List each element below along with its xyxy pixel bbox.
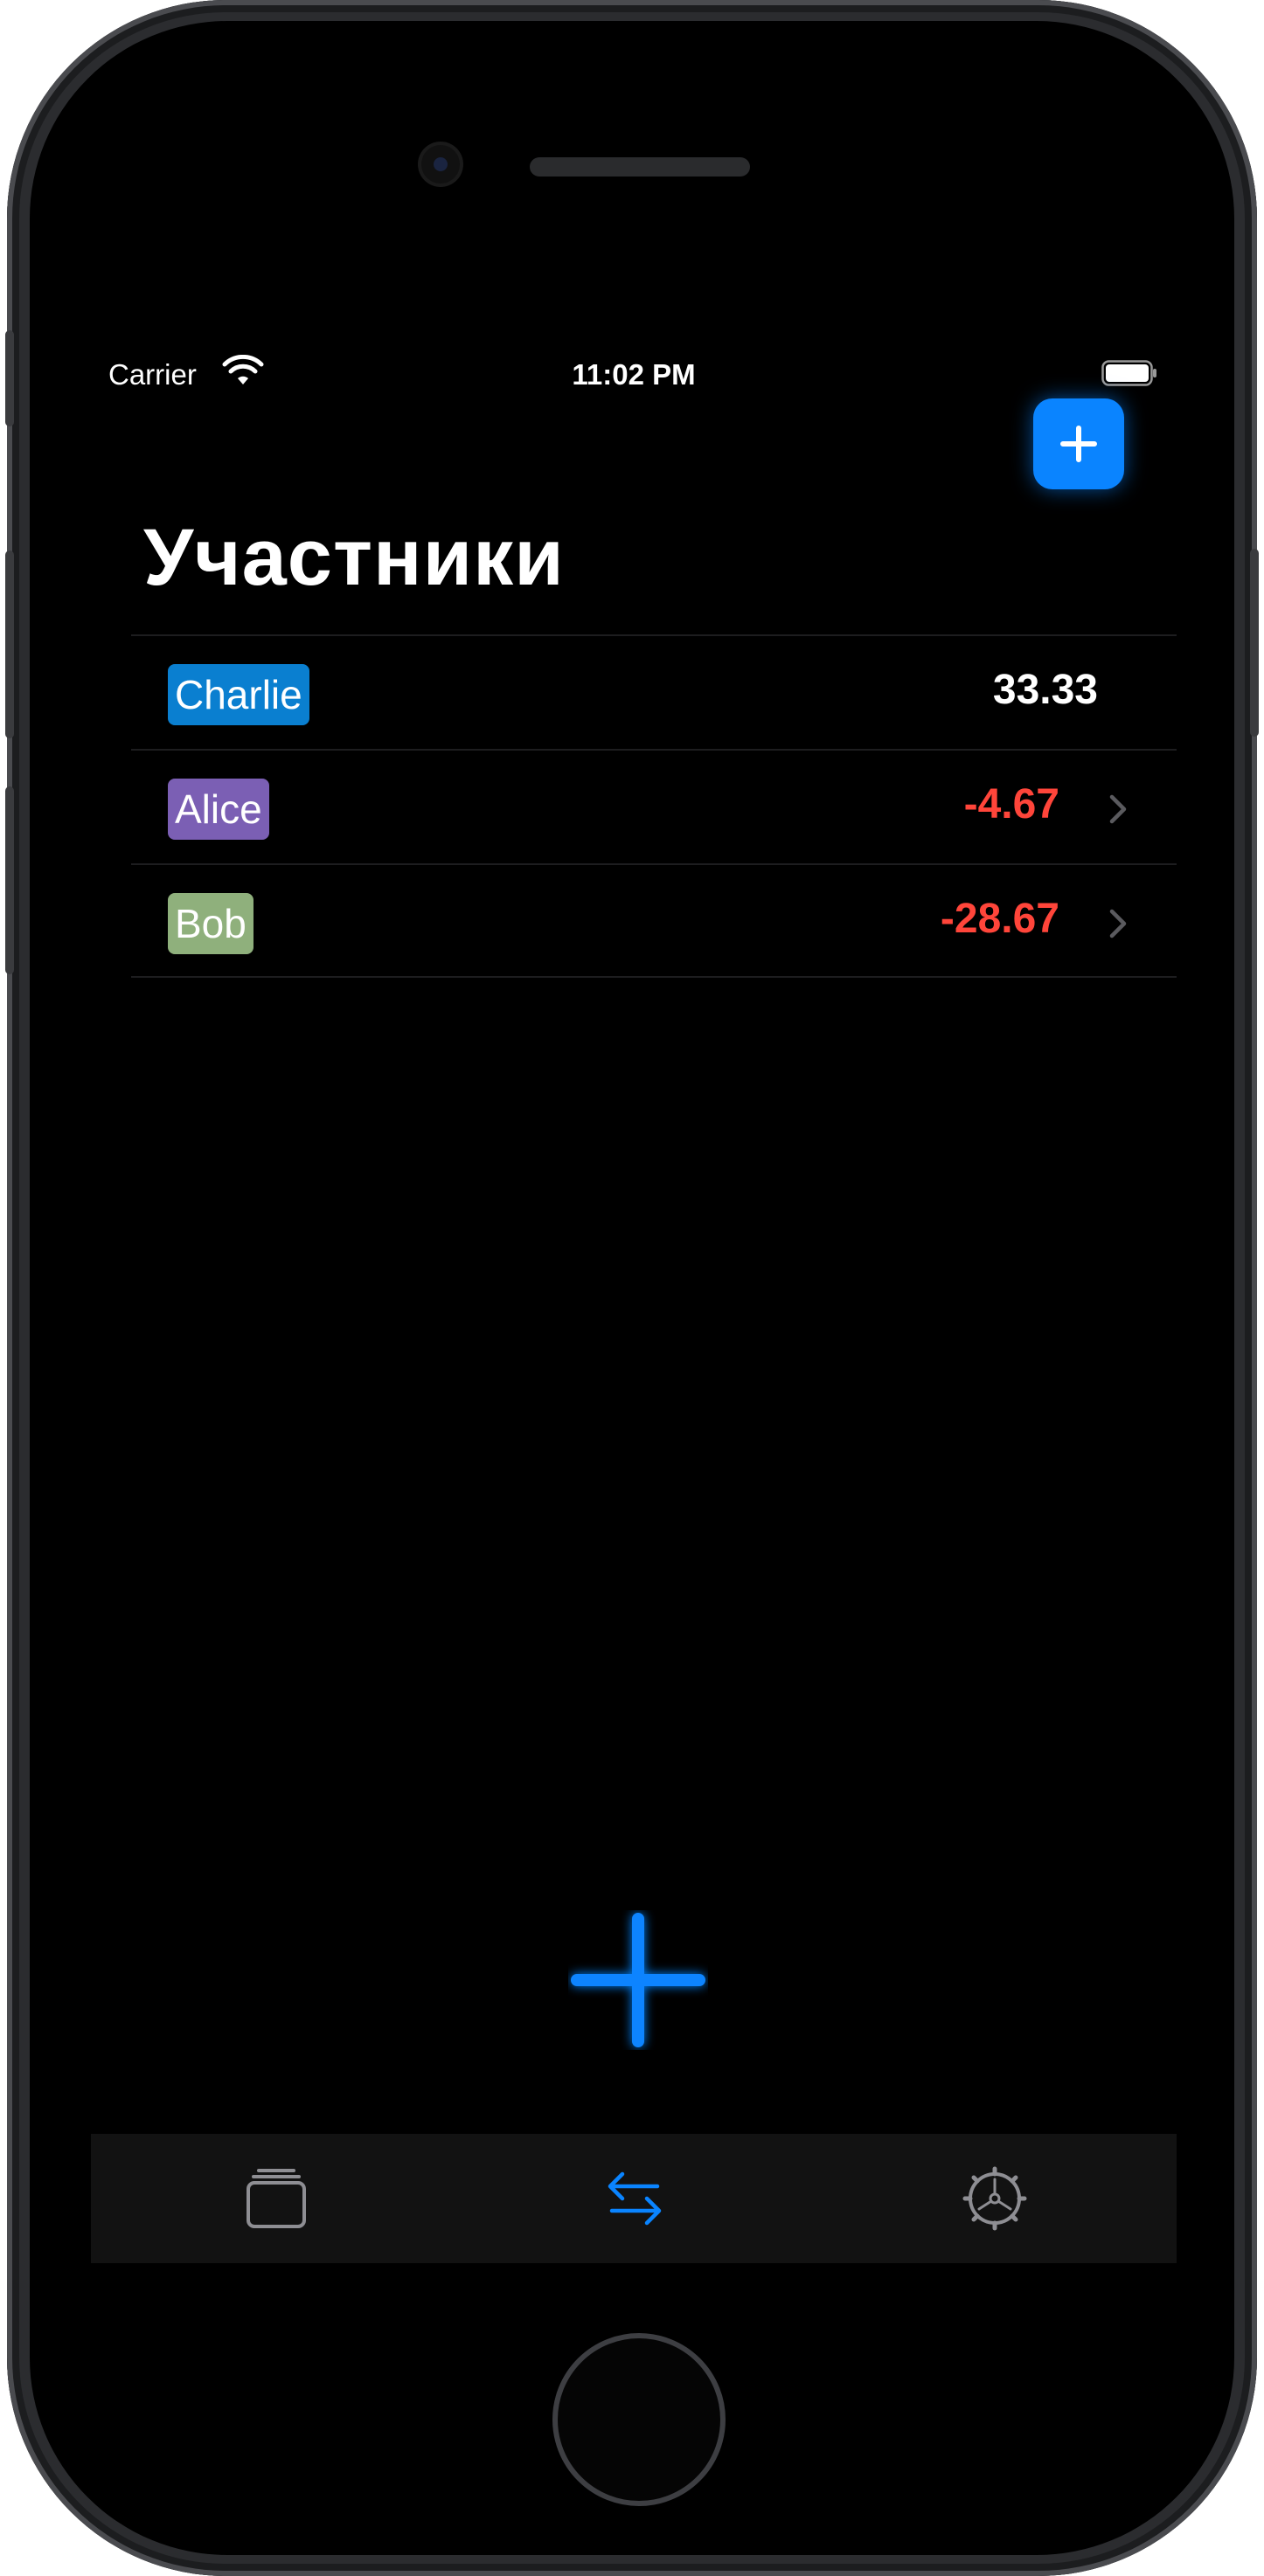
tab-bar	[91, 2134, 1177, 2263]
participant-name-tag: Charlie	[168, 664, 309, 725]
status-time: 11:02 PM	[572, 358, 696, 391]
home-button[interactable]	[552, 2333, 726, 2506]
page-title: Участники	[143, 513, 565, 602]
mute-switch	[5, 330, 14, 426]
volume-up-button	[5, 551, 14, 738]
add-participant-button[interactable]	[1033, 398, 1124, 489]
participant-name-tag: Alice	[168, 779, 269, 840]
stacked-cards-icon	[247, 2169, 306, 2228]
participant-balance: 33.33	[992, 667, 1098, 713]
participants-list: Charlie 33.33 Alice -4.67 Bob -28.67	[131, 634, 1177, 978]
battery-icon	[1101, 360, 1156, 386]
chevron-right-icon	[1109, 794, 1127, 824]
earpiece-speaker	[530, 157, 750, 177]
participant-row-alice[interactable]: Alice -4.67	[131, 749, 1177, 863]
chevron-right-icon	[1109, 909, 1127, 938]
participant-balance: -4.67	[963, 781, 1059, 828]
transfer-arrows-icon	[608, 2171, 662, 2226]
volume-down-button	[5, 786, 14, 974]
status-bar: Carrier 11:02 PM	[91, 341, 1177, 393]
app-screen: Carrier 11:02 PM Участники Charlie 33.33…	[91, 315, 1177, 2263]
participant-name-tag: Bob	[168, 893, 253, 954]
power-button	[1250, 549, 1259, 737]
front-camera	[421, 145, 460, 184]
participant-row-bob[interactable]: Bob -28.67	[131, 863, 1177, 978]
plus-icon	[1060, 426, 1097, 462]
tab-groups[interactable]	[233, 2155, 320, 2242]
participant-row-charlie[interactable]: Charlie 33.33	[131, 634, 1177, 749]
gear-icon	[962, 2166, 1027, 2231]
add-transaction-button[interactable]	[568, 1910, 708, 2050]
tab-transactions[interactable]	[591, 2155, 678, 2242]
tab-settings[interactable]	[951, 2155, 1038, 2242]
participant-balance: -28.67	[940, 896, 1059, 942]
